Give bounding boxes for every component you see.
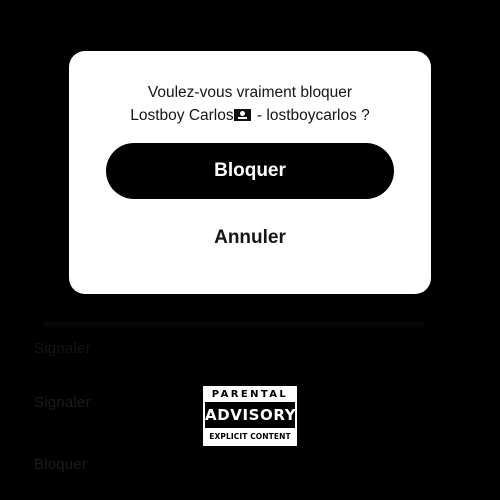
background-menu-item: Signaler	[34, 340, 91, 357]
block-button[interactable]: Bloquer	[106, 143, 394, 199]
dialog-message: Voulez-vous vraiment bloquer Lostboy Car…	[69, 81, 431, 127]
advisory-line1: PARENTAL	[211, 389, 289, 400]
screen: Signaler Signaler Bloquer Voulez-vous vr…	[0, 0, 500, 500]
message-username: Lostboy Carlos	[130, 107, 234, 124]
parental-advisory-label: PARENTAL ADVISORY EXPLICIT CONTENT	[203, 386, 297, 446]
message-handle: - lostboycarlos ?	[252, 107, 370, 124]
advisory-line2: ADVISORY	[205, 402, 296, 428]
pirate-flag-icon	[233, 109, 251, 121]
message-line1: Voulez-vous vraiment bloquer	[147, 84, 353, 101]
block-confirmation-dialog: Voulez-vous vraiment bloquer Lostboy Car…	[69, 51, 431, 294]
advisory-line3: EXPLICIT CONTENT	[209, 432, 291, 441]
background-divider	[44, 322, 424, 330]
background-menu-item: Bloquer	[34, 456, 88, 473]
cancel-button[interactable]: Annuler	[69, 223, 431, 253]
background-menu-item: Signaler	[34, 394, 91, 411]
